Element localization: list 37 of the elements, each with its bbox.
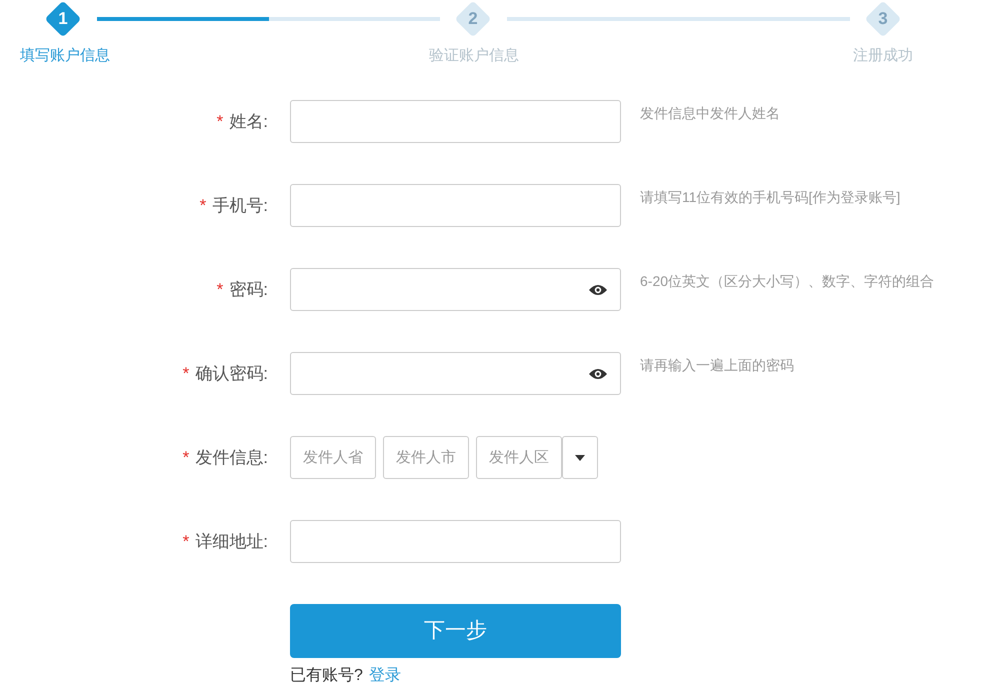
required-icon: * xyxy=(216,276,224,302)
caret-icon xyxy=(575,454,585,460)
dropdown-button[interactable] xyxy=(562,436,598,479)
field-hint: 请填写11位有效的手机号码[作为登录账号] xyxy=(640,188,900,207)
step-label: 验证账户信息 xyxy=(428,46,520,66)
region-field[interactable]: 发件人市 xyxy=(383,436,469,479)
next-button[interactable]: 下一步 xyxy=(290,604,621,658)
input-field[interactable] xyxy=(290,184,621,227)
field-hint: 发件信息中发件人姓名 xyxy=(640,104,780,123)
step-marker: 2 xyxy=(454,0,492,38)
password-field[interactable] xyxy=(290,268,621,311)
region-field[interactable]: 发件人区 xyxy=(476,436,562,479)
field-label: 确认密码: xyxy=(195,362,268,385)
step-label: 注册成功 xyxy=(852,46,914,66)
required-icon: * xyxy=(200,192,206,218)
field-label: 发件信息: xyxy=(195,446,268,469)
region-field[interactable]: 发件人省 xyxy=(290,436,376,479)
required-icon: * xyxy=(182,360,190,386)
field-label: 密码: xyxy=(229,278,268,301)
password-field[interactable] xyxy=(290,352,621,395)
required-icon: * xyxy=(182,528,190,554)
required-icon: * xyxy=(182,444,190,470)
eye-icon[interactable] xyxy=(588,283,608,297)
step-label: 填写账户信息 xyxy=(19,46,111,66)
required-icon: * xyxy=(216,108,224,134)
input-field[interactable] xyxy=(290,520,621,563)
login-link[interactable]: 登录 xyxy=(368,664,401,684)
input-field[interactable] xyxy=(290,100,621,143)
field-label: 姓名: xyxy=(229,110,268,133)
step-marker: 3 xyxy=(864,0,902,38)
login-prompt: 已有账号? xyxy=(290,666,363,684)
field-label: 详细地址: xyxy=(195,530,268,553)
field-hint: 6-20位英文（区分大小写）、数字、字符的组合 xyxy=(640,272,934,291)
field-hint: 请再输入一遍上面的密码 xyxy=(640,356,794,375)
field-label: 手机号: xyxy=(212,194,268,217)
step-marker: 1 xyxy=(44,0,82,38)
eye-icon[interactable] xyxy=(588,367,608,381)
